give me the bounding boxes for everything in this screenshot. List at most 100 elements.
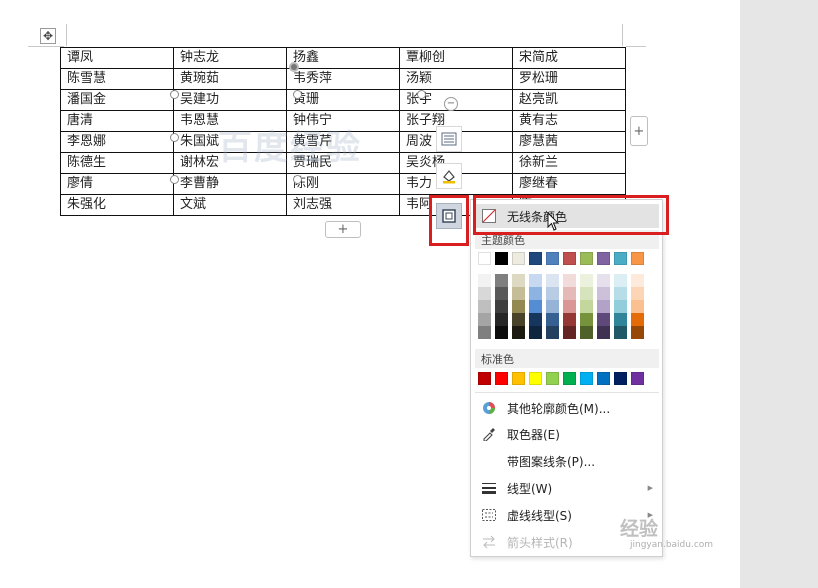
theme-color-swatch[interactable] (563, 252, 576, 265)
table-cell[interactable]: 宋简成 (512, 47, 626, 69)
theme-shade-swatch[interactable] (614, 274, 627, 287)
theme-shade-swatch[interactable] (597, 274, 610, 287)
theme-shade-swatch[interactable] (563, 326, 576, 339)
table-cell[interactable]: 陈雪慧 (60, 68, 174, 90)
theme-shade-swatch[interactable] (580, 300, 593, 313)
theme-shade-swatch[interactable] (614, 300, 627, 313)
theme-shade-swatch[interactable] (563, 287, 576, 300)
theme-shade-swatch[interactable] (495, 313, 508, 326)
table-cell[interactable]: 廖继春 (512, 173, 626, 195)
table-cell[interactable]: 文斌 (173, 194, 287, 216)
standard-color-swatch[interactable] (529, 372, 542, 385)
table-cell[interactable]: 吴建功 (173, 89, 287, 111)
standard-color-swatch[interactable] (614, 372, 627, 385)
theme-shade-swatch[interactable] (478, 313, 491, 326)
theme-shade-swatch[interactable] (495, 287, 508, 300)
eyedropper-item[interactable]: 取色器(E) (475, 422, 659, 446)
theme-shade-swatch[interactable] (563, 313, 576, 326)
theme-shade-swatch[interactable] (563, 300, 576, 313)
add-column-button[interactable]: + (630, 116, 648, 146)
theme-shade-swatch[interactable] (563, 274, 576, 287)
theme-shade-swatch[interactable] (529, 287, 542, 300)
delete-row-icon[interactable]: − (444, 97, 458, 111)
standard-color-swatch[interactable] (631, 372, 644, 385)
theme-shade-swatch[interactable] (546, 274, 559, 287)
no-line-color-item[interactable]: 无线条颜色 (475, 204, 659, 228)
theme-shade-swatch[interactable] (546, 326, 559, 339)
table-cell[interactable]: 黄珊 (286, 89, 400, 111)
standard-color-swatch[interactable] (546, 372, 559, 385)
theme-shade-swatch[interactable] (580, 274, 593, 287)
theme-shade-swatch[interactable] (631, 313, 644, 326)
theme-shade-swatch[interactable] (597, 287, 610, 300)
table-cell[interactable]: 谭凤 (60, 47, 174, 69)
table-style-icon[interactable] (436, 126, 462, 152)
table-move-handle-icon[interactable]: ✥ (40, 28, 56, 44)
theme-shade-swatch[interactable] (580, 287, 593, 300)
theme-color-swatch[interactable] (546, 252, 559, 265)
theme-shade-swatch[interactable] (631, 326, 644, 339)
standard-color-swatch[interactable] (512, 372, 525, 385)
theme-color-swatch[interactable] (614, 252, 627, 265)
theme-color-swatch[interactable] (529, 252, 542, 265)
table-cell[interactable]: 廖倩 (60, 173, 174, 195)
table-cell[interactable]: 潘国金 (60, 89, 174, 111)
table-cell[interactable]: 廖慧茜 (512, 131, 626, 153)
theme-shade-swatch[interactable] (529, 326, 542, 339)
theme-shade-swatch[interactable] (478, 274, 491, 287)
table-cell[interactable]: 陈德生 (60, 152, 174, 174)
table-cell[interactable]: 李曹静 (173, 173, 287, 195)
theme-shade-swatch[interactable] (529, 313, 542, 326)
theme-shade-swatch[interactable] (529, 274, 542, 287)
theme-shade-swatch[interactable] (495, 274, 508, 287)
column-insert-marker[interactable] (293, 90, 302, 99)
theme-shade-swatch[interactable] (512, 300, 525, 313)
table-cell[interactable]: 陈刚 (286, 173, 400, 195)
table-cell[interactable]: 韦秀萍 (286, 68, 400, 90)
row-insert-anchor[interactable] (289, 62, 299, 72)
theme-shade-swatch[interactable] (597, 313, 610, 326)
column-insert-marker[interactable] (170, 90, 179, 99)
theme-shade-swatch[interactable] (631, 287, 644, 300)
theme-shade-swatch[interactable] (478, 326, 491, 339)
theme-color-swatch[interactable] (512, 252, 525, 265)
table-cell[interactable]: 覃柳创 (399, 47, 513, 69)
theme-shade-swatch[interactable] (495, 326, 508, 339)
theme-shade-swatch[interactable] (478, 300, 491, 313)
column-insert-marker[interactable] (170, 133, 179, 142)
theme-color-swatch[interactable] (478, 252, 491, 265)
table-cell[interactable]: 唐清 (60, 110, 174, 132)
theme-shade-swatch[interactable] (478, 287, 491, 300)
table-cell[interactable]: 刘志强 (286, 194, 400, 216)
theme-shade-swatch[interactable] (614, 287, 627, 300)
column-insert-marker[interactable] (170, 175, 179, 184)
table-cell[interactable]: 徐新兰 (512, 152, 626, 174)
standard-color-swatch[interactable] (597, 372, 610, 385)
fill-color-icon[interactable] (436, 163, 462, 189)
theme-shade-swatch[interactable] (529, 300, 542, 313)
table-cell[interactable]: 汤颖 (399, 68, 513, 90)
theme-shade-swatch[interactable] (495, 300, 508, 313)
theme-shade-swatch[interactable] (546, 287, 559, 300)
theme-shade-swatch[interactable] (597, 326, 610, 339)
table-cell[interactable]: 钟志龙 (173, 47, 287, 69)
theme-shade-swatch[interactable] (614, 326, 627, 339)
standard-color-swatch[interactable] (495, 372, 508, 385)
theme-shade-swatch[interactable] (631, 274, 644, 287)
theme-shade-swatch[interactable] (512, 326, 525, 339)
table-cell[interactable]: 黄琬茹 (173, 68, 287, 90)
table-cell[interactable]: 赵亮凯 (512, 89, 626, 111)
theme-shade-swatch[interactable] (580, 313, 593, 326)
theme-shade-swatch[interactable] (546, 300, 559, 313)
theme-shade-swatch[interactable] (631, 300, 644, 313)
theme-color-swatch[interactable] (631, 252, 644, 265)
column-insert-marker[interactable] (293, 175, 302, 184)
theme-color-swatch[interactable] (580, 252, 593, 265)
theme-shade-swatch[interactable] (580, 326, 593, 339)
more-outline-colors-item[interactable]: 其他轮廓颜色(M)... (475, 396, 659, 420)
standard-color-swatch[interactable] (563, 372, 576, 385)
table-cell[interactable]: 朱强化 (60, 194, 174, 216)
theme-shade-swatch[interactable] (546, 313, 559, 326)
standard-color-swatch[interactable] (478, 372, 491, 385)
column-insert-marker[interactable] (417, 90, 426, 99)
